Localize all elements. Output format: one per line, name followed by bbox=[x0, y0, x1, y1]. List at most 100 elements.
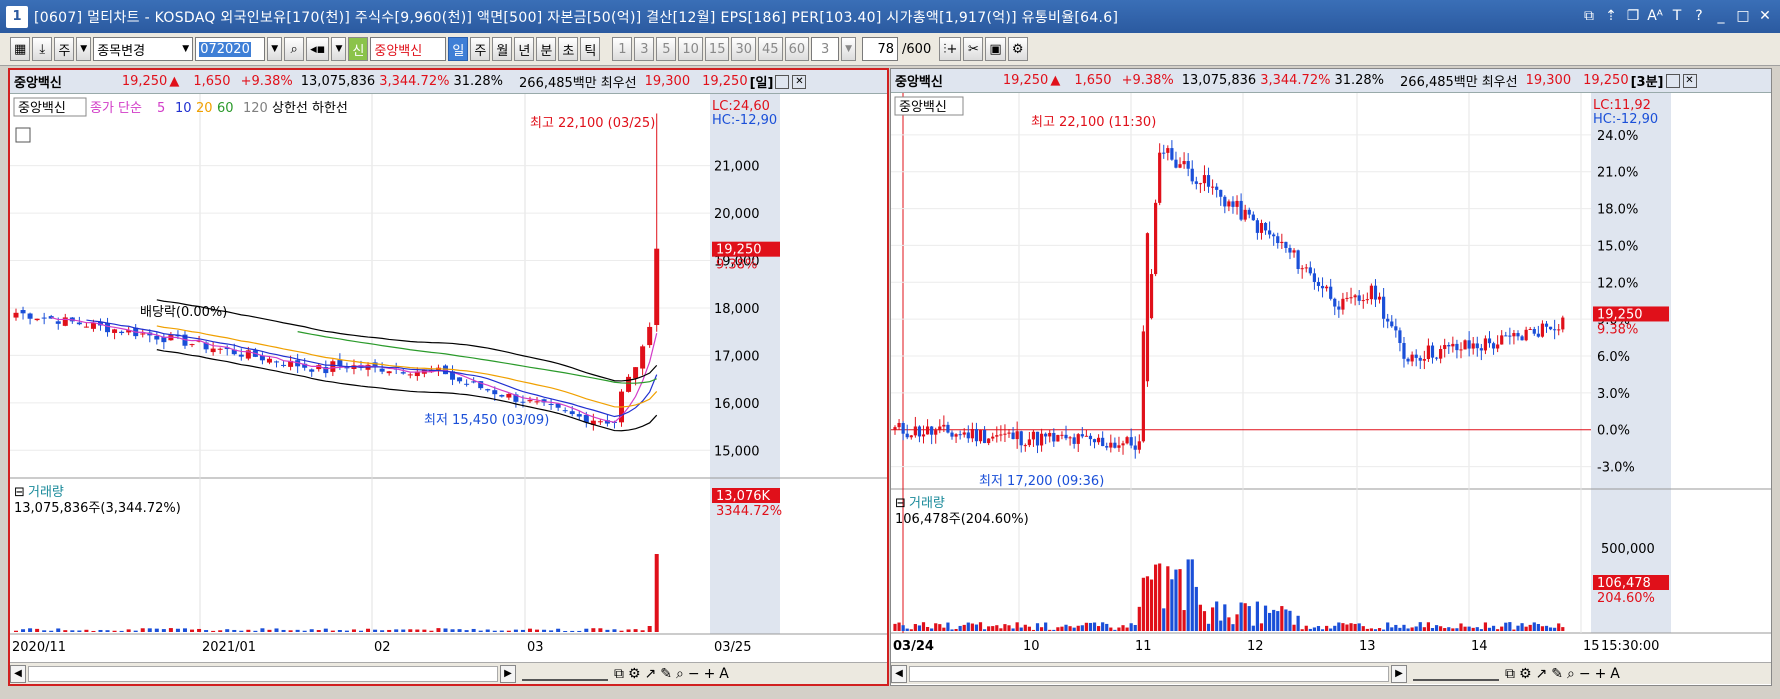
stock-name-field[interactable]: 중앙백신 bbox=[370, 37, 447, 61]
volume-bar bbox=[1182, 610, 1186, 631]
volume-bar bbox=[1129, 623, 1133, 631]
scroll-left-icon[interactable]: ◀ bbox=[10, 664, 26, 683]
volume-bar bbox=[991, 626, 995, 631]
volume-bar bbox=[1329, 628, 1333, 631]
period-second-button[interactable]: 초 bbox=[558, 37, 579, 61]
interval-60-button[interactable]: 60 bbox=[784, 37, 810, 61]
volume-bar bbox=[316, 630, 321, 632]
scroll-track[interactable] bbox=[909, 665, 1389, 682]
period-tick-button[interactable]: 틱 bbox=[580, 37, 601, 61]
download-icon[interactable]: ⤓ bbox=[32, 37, 53, 61]
intraday-candle-chart[interactable]: 24.0%21.0%18.0%15.0%12.0%9.0%6.0%3.0%0.0… bbox=[891, 93, 1771, 663]
zoom-slider[interactable] bbox=[522, 667, 608, 681]
interval-45-button[interactable]: 45 bbox=[758, 37, 783, 61]
volume-bar bbox=[1239, 602, 1243, 631]
scroll-track[interactable] bbox=[28, 665, 498, 682]
layout-icon[interactable]: ▦ bbox=[10, 37, 31, 61]
candle-body bbox=[1048, 432, 1052, 437]
chevron-down-icon[interactable]: ▼ bbox=[76, 37, 92, 61]
date-input[interactable]: 072020 bbox=[195, 37, 266, 61]
scroll-right-icon[interactable]: ▶ bbox=[500, 664, 516, 683]
pin-icon[interactable]: ⇡ bbox=[1602, 6, 1620, 26]
count-input[interactable]: 78 bbox=[862, 37, 899, 61]
x-label: 2020/11 bbox=[12, 640, 66, 655]
interval-15-button[interactable]: 15 bbox=[704, 37, 730, 61]
y-tick-label: -3.0% bbox=[1597, 461, 1635, 476]
period-year-button[interactable]: 년 bbox=[514, 37, 535, 61]
interval-5-button[interactable]: 5 bbox=[656, 37, 677, 61]
candle-body bbox=[1548, 326, 1553, 330]
volume-bar bbox=[1105, 623, 1109, 631]
text-size-icon[interactable]: Aᴬ bbox=[1646, 6, 1664, 26]
volume-bar bbox=[549, 630, 554, 632]
candle-body bbox=[1410, 354, 1414, 362]
volume-bar bbox=[492, 630, 497, 632]
close-icon[interactable]: ✕ bbox=[1682, 73, 1697, 88]
scroll-left-icon[interactable]: ◀ bbox=[891, 664, 907, 683]
zoom-slider[interactable] bbox=[1413, 667, 1499, 681]
candle-body bbox=[1170, 148, 1174, 160]
candle-body bbox=[950, 432, 954, 437]
period-type-select[interactable]: 주 bbox=[54, 37, 75, 61]
indicator-icon[interactable]: ⫶+ bbox=[939, 37, 962, 61]
interval-10-button[interactable]: 10 bbox=[678, 37, 703, 61]
chevron-down-icon[interactable]: ▼ bbox=[841, 37, 857, 61]
maximize-icon[interactable]: □ bbox=[1734, 6, 1752, 26]
chevron-down-icon[interactable]: ▼ bbox=[267, 37, 283, 61]
volume-bar bbox=[246, 629, 251, 632]
daily-candle-chart[interactable]: 21,00020,00019,00018,00017,00016,00015,0… bbox=[10, 94, 887, 664]
font-icon[interactable]: T bbox=[1668, 6, 1686, 26]
volume-bar bbox=[401, 629, 406, 632]
search-icon[interactable]: ⌕ bbox=[284, 37, 305, 61]
volume-bar bbox=[478, 630, 483, 632]
chevron-down-icon[interactable]: ▼ bbox=[331, 37, 347, 61]
best-ask: 19,300 bbox=[644, 74, 691, 89]
help-icon[interactable]: ? bbox=[1690, 6, 1708, 26]
candle-body bbox=[1443, 345, 1447, 350]
right-scrollbar[interactable]: ◀ ▶ ⧉⚙↗✎⌕−+A bbox=[891, 662, 1771, 684]
period-week-button[interactable]: 주 bbox=[470, 37, 491, 61]
candle-body bbox=[1235, 200, 1239, 207]
close-icon[interactable]: ✕ bbox=[792, 74, 807, 89]
vol-collapse-icon: ⊟ bbox=[895, 496, 906, 511]
period-minute-button[interactable]: 분 bbox=[536, 37, 557, 61]
interval-1-button[interactable]: 1 bbox=[612, 37, 633, 61]
maximize-icon[interactable] bbox=[1665, 73, 1680, 88]
interval-30-button[interactable]: 30 bbox=[731, 37, 757, 61]
scroll-right-icon[interactable]: ▶ bbox=[1391, 664, 1407, 683]
period-day-button[interactable]: 일 bbox=[448, 37, 469, 61]
volume-bar bbox=[1268, 612, 1272, 631]
interval-input[interactable]: 3 bbox=[811, 37, 840, 61]
chart-tools-icons[interactable]: ⧉⚙↗✎⌕−+A bbox=[1505, 666, 1624, 682]
y-tick-label: 12.0% bbox=[1597, 276, 1638, 291]
chart-tools-icons[interactable]: ⧉⚙↗✎⌕−+A bbox=[614, 666, 733, 682]
x-label: 03 bbox=[527, 640, 544, 655]
period-month-button[interactable]: 월 bbox=[492, 37, 513, 61]
volume-bar bbox=[1284, 609, 1288, 631]
volume-bar bbox=[1300, 629, 1304, 631]
close-icon[interactable]: ✕ bbox=[1756, 6, 1774, 26]
copy-window-icon[interactable]: ❐ bbox=[1624, 6, 1642, 26]
volume-bar bbox=[1092, 622, 1097, 631]
save-icon[interactable]: ▣ bbox=[985, 37, 1006, 61]
volume-bar bbox=[974, 624, 979, 631]
volume-bar bbox=[962, 624, 966, 631]
tools-icon[interactable]: ✂ bbox=[963, 37, 984, 61]
gear-icon[interactable]: ⚙ bbox=[1007, 37, 1028, 61]
volume-bar bbox=[1052, 629, 1056, 631]
volume-bar bbox=[260, 628, 265, 632]
volume-bar bbox=[1255, 601, 1259, 631]
maximize-icon[interactable] bbox=[775, 74, 790, 89]
volume-bar bbox=[1272, 609, 1276, 631]
candle-body bbox=[119, 331, 125, 334]
new-badge[interactable]: 신 bbox=[348, 37, 369, 61]
speaker-icon[interactable]: ◂▪ bbox=[306, 37, 330, 61]
minimize-icon[interactable]: _ bbox=[1712, 6, 1730, 26]
interval-3-button[interactable]: 3 bbox=[634, 37, 655, 61]
vol-tick-label: 500,000 bbox=[1601, 542, 1655, 557]
link-icon[interactable]: ⧉ bbox=[1580, 6, 1598, 26]
stock-change-select[interactable]: 종목변경 ▼ bbox=[93, 37, 194, 61]
left-scrollbar[interactable]: ◀ ▶ ⧉⚙↗✎⌕−+A bbox=[10, 662, 887, 684]
candle-body bbox=[1007, 432, 1011, 434]
y-tick-label: 18,000 bbox=[714, 302, 760, 317]
